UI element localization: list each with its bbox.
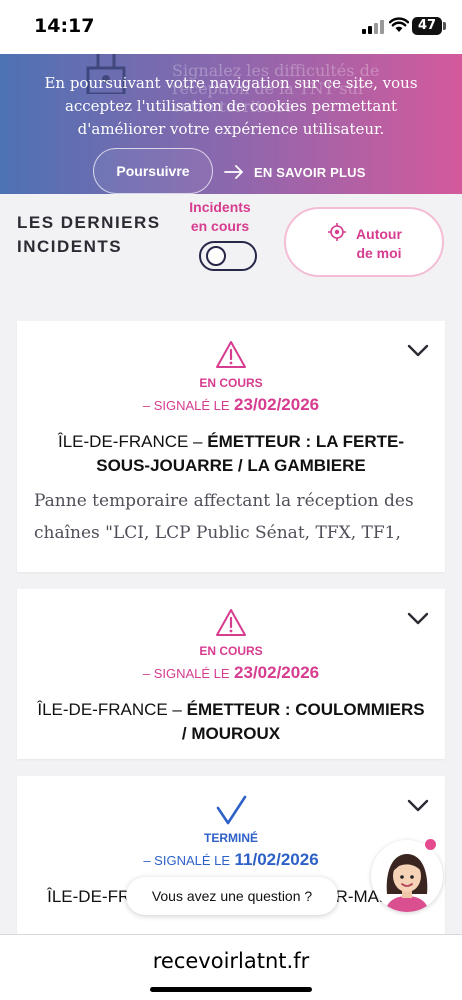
chevron-down-icon[interactable] [407, 612, 429, 626]
reported-date: – SIGNALÉ LE 23/02/2026 [17, 395, 445, 415]
reported-date: – SIGNALÉ LE 23/02/2026 [17, 663, 445, 683]
toggle-label: Incidents en cours [189, 199, 251, 234]
status-badge: EN COURS [199, 376, 263, 390]
reported-date-value: 23/02/2026 [234, 395, 320, 414]
home-indicator [150, 987, 312, 992]
around-me-button[interactable]: Autour de moi [284, 207, 444, 277]
incident-title: ÎLE-DE-FRANCE – ÉMETTEUR : COULOMMIERS /… [37, 698, 425, 746]
status-badge: EN COURS [199, 644, 263, 658]
around-me-label: Autour de moi [356, 226, 402, 261]
status-time: 14:17 [34, 15, 95, 37]
warning-icon [216, 341, 246, 368]
section-title: LES DERNIERS INCIDENTS [17, 213, 161, 256]
learn-more-link[interactable]: EN SAVOIR PLUS [224, 160, 366, 184]
chat-prompt-bubble[interactable]: Vous avez une question ? [126, 877, 338, 915]
reported-prefix: – SIGNALÉ LE [142, 398, 230, 413]
battery-tip [443, 22, 446, 30]
checkmark-icon [216, 795, 247, 825]
assistant-avatar-icon [385, 854, 429, 912]
learn-more-label: EN SAVOIR PLUS [254, 164, 366, 180]
notification-dot [425, 839, 436, 850]
incident-description: Panne temporaire affectant la réception … [34, 491, 414, 543]
incident-region: ÎLE-DE-FRANCE – [37, 700, 182, 719]
chevron-down-icon[interactable] [407, 344, 429, 358]
chat-assistant-avatar[interactable] [371, 840, 443, 912]
battery-icon: 47 [412, 17, 442, 35]
incident-title: ÎLE-DE-FRANCE – ÉMETTEUR : LA FERTE-SOUS… [37, 430, 425, 478]
accept-cookies-button[interactable]: Poursuivre [93, 148, 213, 194]
cellular-signal-icon [362, 20, 384, 34]
arrow-right-icon [224, 165, 243, 179]
incident-region: ÎLE-DE-FRANCE – [57, 432, 203, 451]
warning-icon [216, 609, 246, 636]
browser-url-bar[interactable]: recevoirlatnt.fr [0, 934, 462, 1000]
reported-date-value: 11/02/2026 [234, 850, 319, 869]
wifi-icon [389, 17, 409, 32]
crosshair-location-icon [328, 223, 346, 241]
reported-prefix: – SIGNALÉ LE [143, 853, 231, 868]
ongoing-incidents-toggle[interactable] [199, 241, 257, 271]
toggle-knob [206, 246, 226, 266]
status-badge: TERMINÉ [204, 831, 258, 845]
incident-card[interactable]: EN COURS – SIGNALÉ LE 23/02/2026 ÎLE-DE-… [17, 321, 445, 572]
url-text[interactable]: recevoirlatnt.fr [0, 949, 462, 973]
status-bar: 14:17 47 [0, 0, 462, 54]
cookie-consent-text: En poursuivant votre navigation sur ce s… [44, 74, 418, 138]
incident-transmitter: ÉMETTEUR : COULOMMIERS / MOUROUX [181, 700, 425, 743]
reported-date-value: 23/02/2026 [234, 663, 320, 682]
chevron-down-icon[interactable] [407, 799, 429, 813]
incident-card[interactable]: EN COURS – SIGNALÉ LE 23/02/2026 ÎLE-DE-… [17, 589, 445, 759]
reported-prefix: – SIGNALÉ LE [142, 666, 230, 681]
